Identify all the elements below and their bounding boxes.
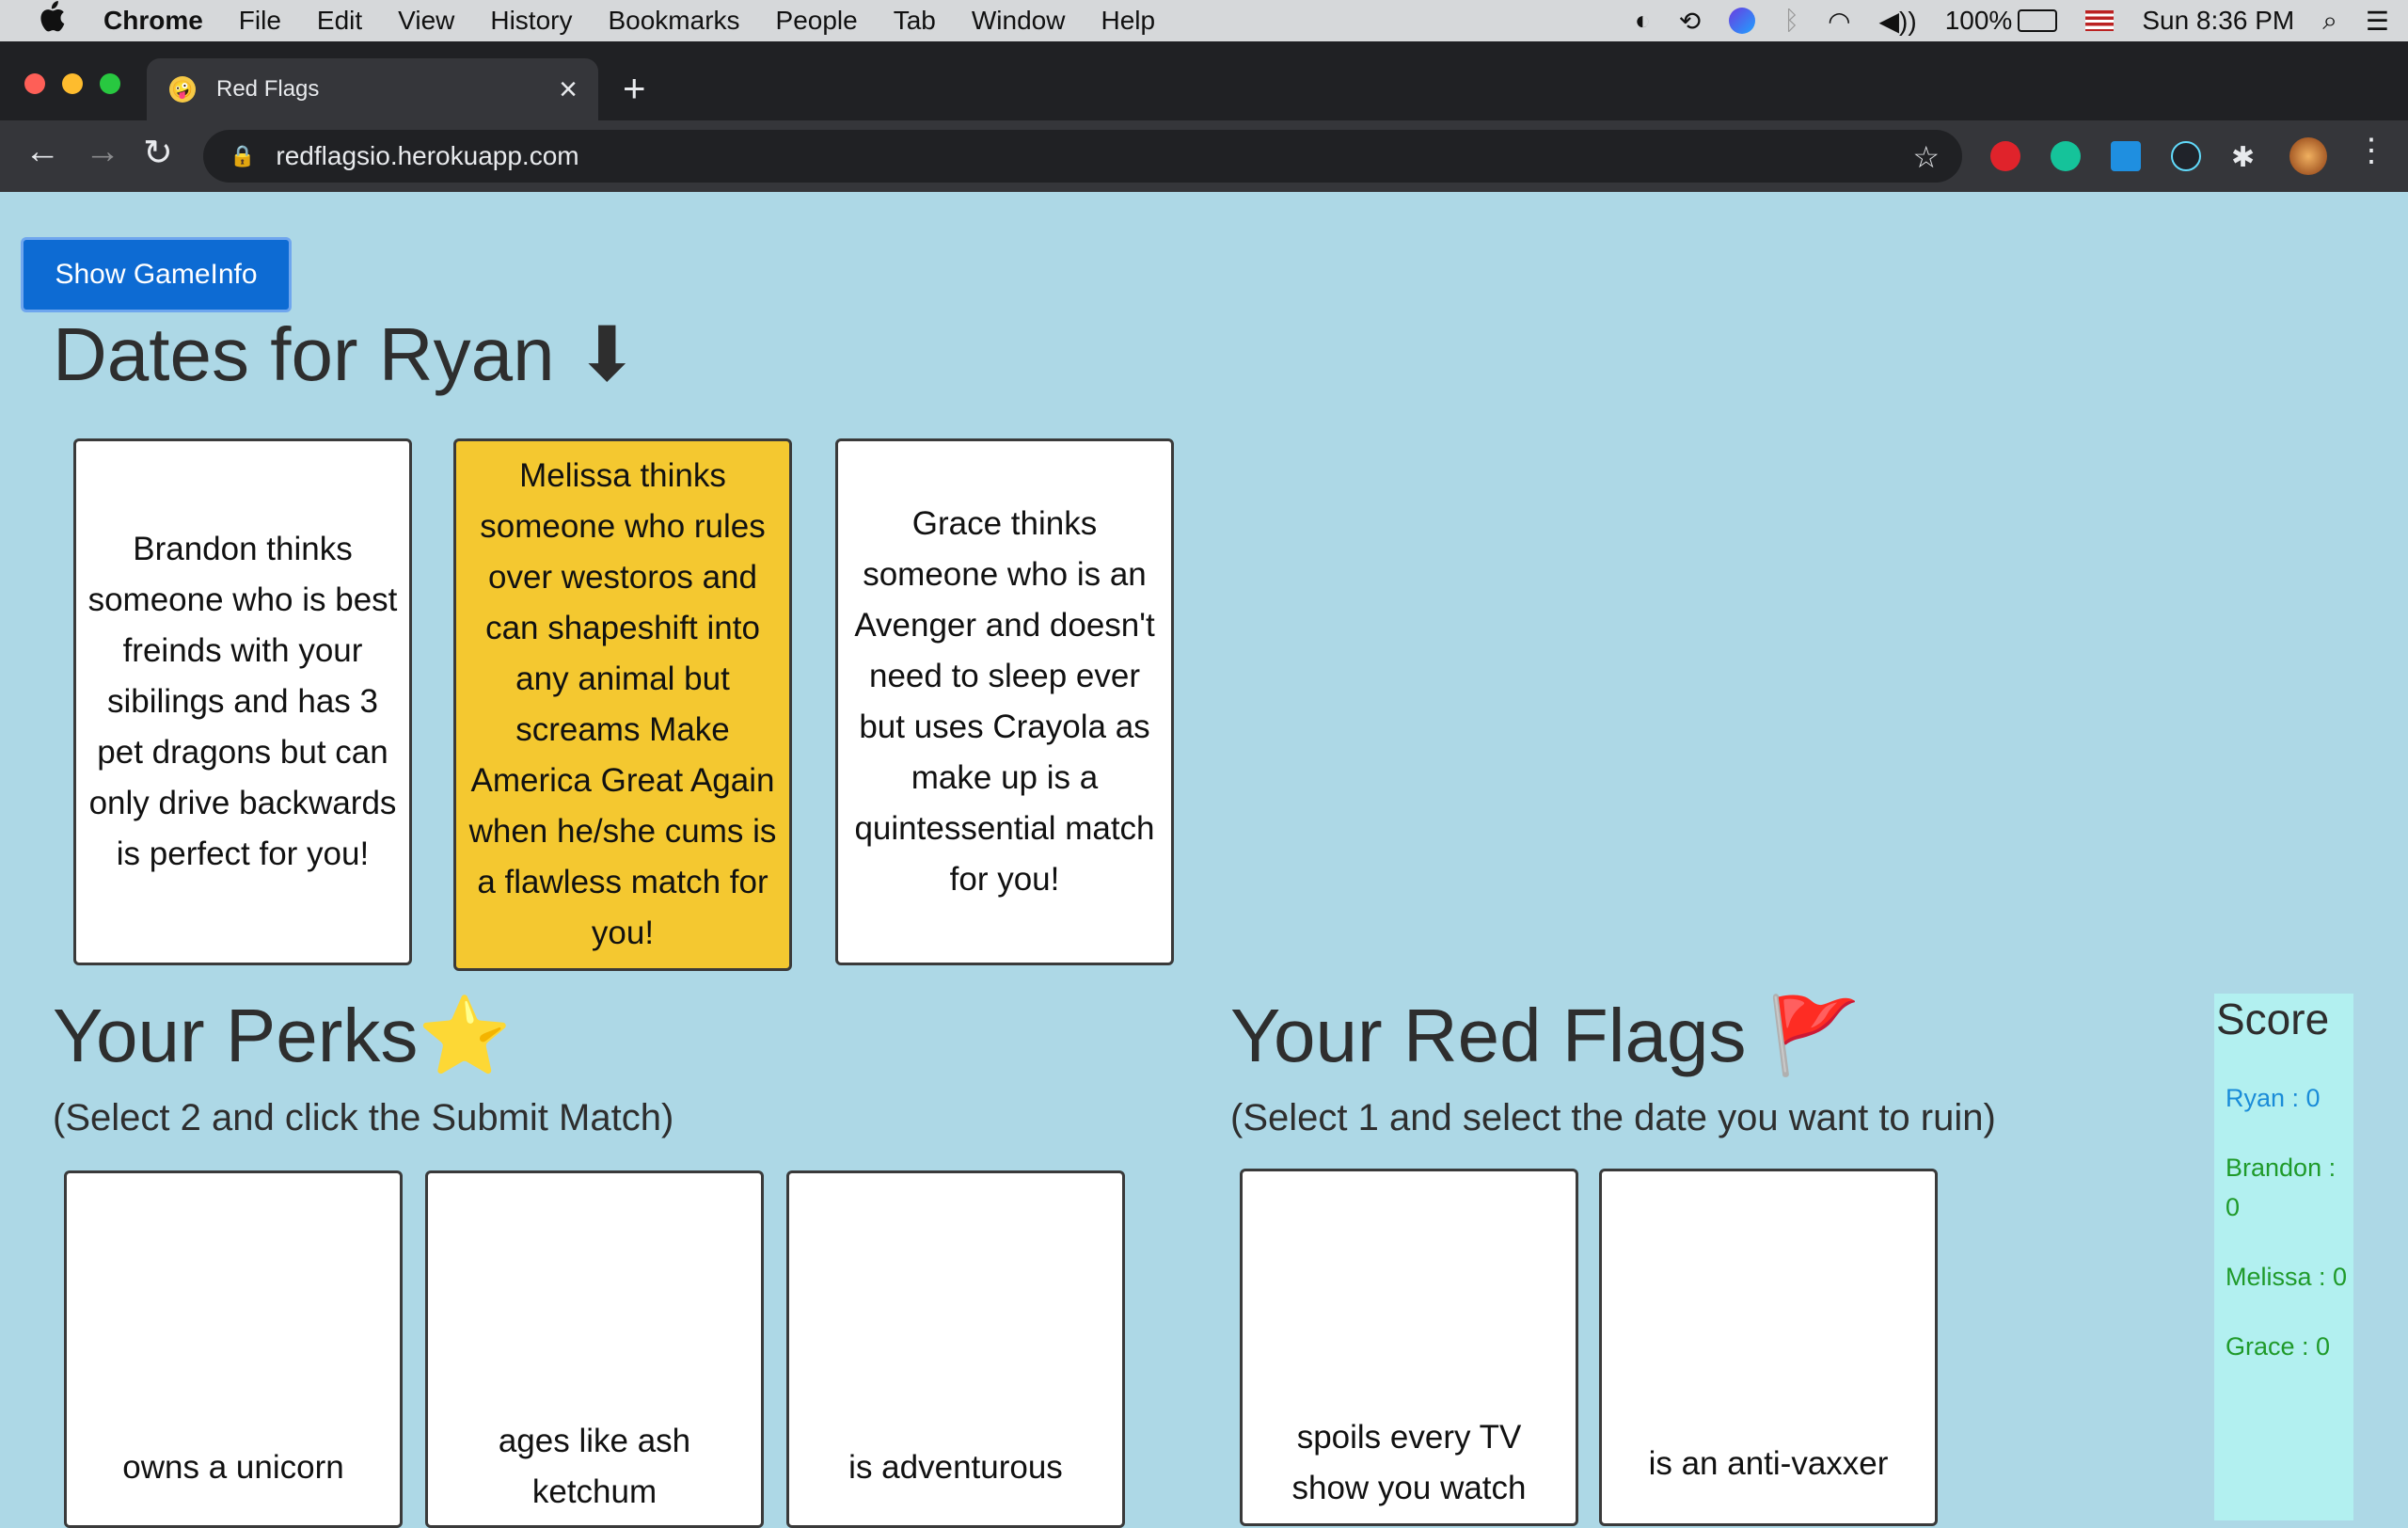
show-gameinfo-button[interactable]: Show GameInfo [21,237,292,312]
perks-heading: Your Perks⭐ [53,994,512,1077]
window-close-button[interactable] [24,73,45,94]
siri-icon[interactable] [1729,8,1756,34]
wifi-icon[interactable]: ◠ [1828,6,1850,37]
focus-icon[interactable]: ◐ [1635,6,1651,36]
date-card-brandon[interactable]: Brandon thinks someone who is best frein… [73,438,412,965]
red-flag-card[interactable]: spoils every TV show you watch [1240,1169,1578,1526]
perk-card-text: is adventurous [848,1449,1063,1486]
score-brandon: Brandon : 0 [2226,1154,2337,1221]
perk-card-text: ages like ash ketchum [498,1423,691,1510]
window-extension-icon[interactable] [2111,141,2141,171]
battery-percent: 100% [1944,6,2013,35]
score-melissa: Melissa : 0 [2226,1263,2348,1291]
perk-card[interactable]: ages like ash ketchum [425,1170,764,1528]
red-flag-card-text: is an anti-vaxxer [1648,1445,1889,1482]
grammarly-extension-icon[interactable] [2051,141,2081,171]
menu-file[interactable]: File [239,6,281,36]
bluetooth-icon[interactable]: ᛒ [1783,6,1799,36]
menubar-clock[interactable]: Sun 8:36 PM [2142,6,2294,36]
address-url[interactable]: redflagsio.herokuapp.com [276,141,578,171]
date-card-grace[interactable]: Grace thinks someone who is an Avenger a… [835,438,1174,965]
date-card-text: Brandon thinks someone who is best frein… [87,531,398,872]
back-arrow-icon[interactable]: ← [24,132,60,172]
date-card-text: Melissa thinks someone who rules over we… [468,457,777,951]
date-card-melissa[interactable]: Melissa thinks someone who rules over we… [453,438,792,971]
perk-card[interactable]: is adventurous [786,1170,1125,1528]
bookmark-star-icon[interactable]: ☆ [1912,139,1940,175]
battery-icon[interactable] [2018,9,2058,32]
menu-help[interactable]: Help [1101,6,1155,36]
volume-icon[interactable]: ◀)) [1879,6,1917,37]
perk-card[interactable]: owns a unicorn [64,1170,403,1528]
time-machine-icon[interactable]: ⟲ [1679,6,1701,37]
macos-menu-bar: Chrome File Edit View History Bookmarks … [0,0,2408,41]
menu-edit[interactable]: Edit [317,6,362,36]
score-title: Score [2216,995,2330,1043]
perk-card-text: owns a unicorn [122,1449,344,1486]
tab-close-icon[interactable]: × [559,72,578,108]
window-minimize-button[interactable] [62,73,83,94]
chrome-menu-icon[interactable]: ⋮ [2355,132,2387,169]
react-devtools-icon[interactable] [2171,141,2201,171]
new-tab-icon[interactable]: + [623,66,646,111]
score-panel: Score Ryan : 0 Brandon : 0 Melissa : 0 G… [2214,994,2353,1520]
extensions-puzzle-icon[interactable]: ✱ [2231,141,2261,173]
address-bar[interactable]: 🔒 redflagsio.herokuapp.com ☆ [203,130,1962,183]
reload-icon[interactable]: ↻ [143,132,173,174]
red-flags-instructions: (Select 1 and select the date you want t… [1230,1097,1996,1138]
red-flags-heading: Your Red Flags 🚩 [1230,994,1861,1077]
menu-bookmarks[interactable]: Bookmarks [608,6,739,36]
input-source-flag-icon[interactable] [2085,10,2115,31]
window-zoom-button[interactable] [100,73,120,94]
score-grace: Grace : 0 [2226,1332,2331,1361]
menu-view[interactable]: View [398,6,454,36]
menubar-status-area: ◐ ⟲ ᛒ ◠ ◀)) 100% Sun 8:36 PM ⌕ ☰ [1607,0,2389,41]
adblock-extension-icon[interactable] [1990,141,2020,171]
tab-title: Red Flags [216,76,320,102]
notification-center-icon[interactable]: ☰ [2366,6,2389,37]
menu-history[interactable]: History [490,6,572,36]
apple-menu-icon[interactable] [38,1,75,40]
menu-window[interactable]: Window [972,6,1066,36]
spotlight-search-icon[interactable]: ⌕ [2322,6,2337,37]
date-card-text: Grace thinks someone who is an Avenger a… [854,505,1155,898]
menu-tab[interactable]: Tab [894,6,936,36]
score-ryan: Ryan : 0 [2226,1084,2321,1112]
menu-people[interactable]: People [776,6,858,36]
menu-app-chrome[interactable]: Chrome [103,6,203,36]
lock-icon[interactable]: 🔒 [230,144,255,168]
red-flag-card[interactable]: is an anti-vaxxer [1599,1169,1938,1526]
dates-heading: Dates for Ryan ⬇ [53,312,639,396]
favicon-emoji-icon: 🤪 [169,76,196,103]
browser-tab-red-flags[interactable]: 🤪 Red Flags × [147,58,598,120]
perks-instructions: (Select 2 and click the Submit Match) [53,1097,674,1138]
red-flag-card-text: spoils every TV show you watch [1291,1419,1527,1506]
profile-avatar[interactable] [2289,137,2327,175]
forward-arrow-icon[interactable]: → [85,132,120,172]
